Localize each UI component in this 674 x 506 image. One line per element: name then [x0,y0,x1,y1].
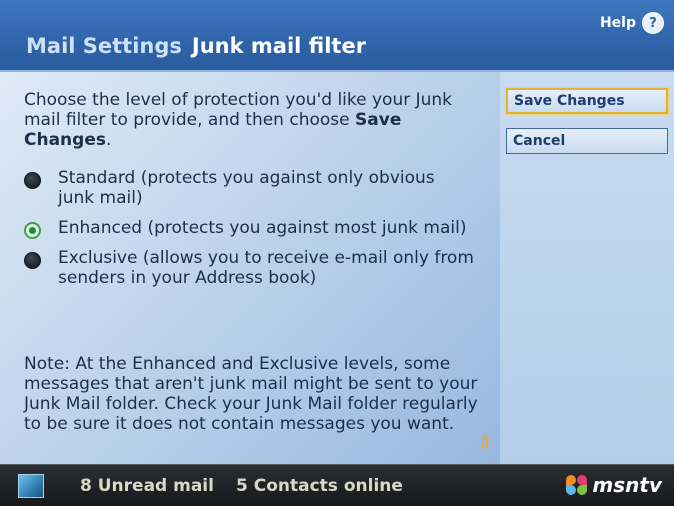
note-text: Note: At the Enhanced and Exclusive leve… [24,354,478,434]
option-exclusive[interactable]: Exclusive (allows you to receive e-mail … [24,248,474,288]
option-enhanced[interactable]: Enhanced (protects you against most junk… [24,218,474,239]
option-standard[interactable]: Standard (protects you against only obvi… [24,168,474,208]
page-title: Mail Settings Junk mail filter [26,34,366,58]
main-content: Choose the level of protection you'd lik… [0,72,500,464]
radio-exclusive[interactable] [24,252,41,269]
butterfly-logo-icon [566,475,588,495]
intro-text-end: . [105,130,112,150]
help-link[interactable]: Help ? [600,12,664,34]
page-subtitle: Junk mail filter [191,34,367,58]
unread-mail-count[interactable]: 8 Unread mail [80,476,214,496]
radio-standard[interactable] [24,172,41,189]
status-bar: 8 Unread mail 5 Contacts online msntv [0,464,674,506]
filter-level-options: Standard (protects you against only obvi… [24,168,474,298]
help-label: Help [599,15,636,31]
section-title: Mail Settings [26,34,182,58]
header-bar: Mail Settings Junk mail filter Help ? [0,0,674,72]
messenger-icon[interactable] [18,474,44,498]
cancel-button[interactable]: Cancel [506,128,668,154]
option-exclusive-label: Exclusive (allows you to receive e-mail … [58,248,474,288]
save-changes-button[interactable]: Save Changes [506,88,668,114]
intro-text: Choose the level of protection you'd lik… [24,90,484,150]
brand-text: msntv [592,473,662,497]
msntv-logo: msntv [566,473,662,497]
contacts-online-count[interactable]: 5 Contacts online [236,476,403,496]
question-circle-icon: ? [642,12,664,34]
option-standard-label: Standard (protects you against only obvi… [58,168,435,208]
scroll-down-arrow-icon[interactable]: ⇩ [476,434,494,454]
radio-enhanced[interactable] [24,222,41,239]
option-enhanced-label: Enhanced (protects you against most junk… [58,218,467,238]
